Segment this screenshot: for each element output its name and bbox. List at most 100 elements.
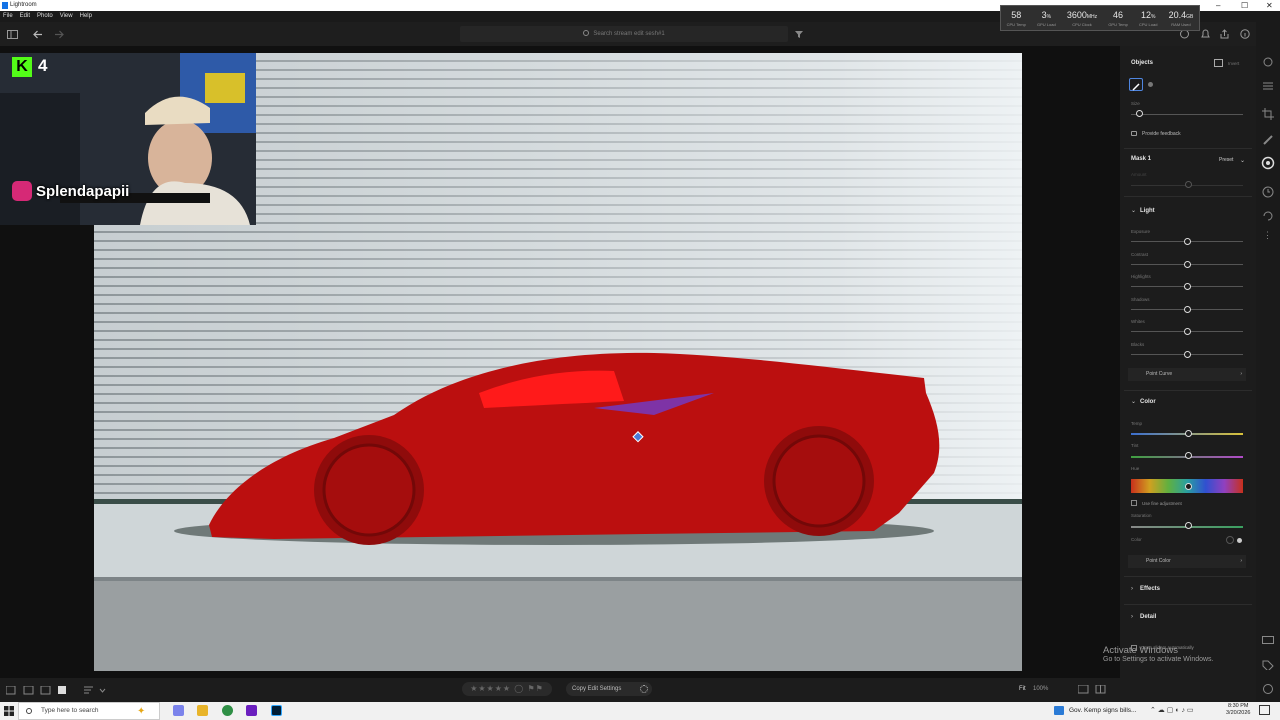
windows-start-icon[interactable] — [4, 706, 14, 716]
news-widget-icon[interactable] — [1054, 706, 1064, 715]
menu-photo[interactable]: Photo — [37, 13, 53, 19]
menu-edit[interactable]: Edit — [20, 13, 30, 19]
news-headline[interactable]: Gov. Kemp signs bills... — [1069, 707, 1136, 714]
zoom-level[interactable]: 100% — [1033, 686, 1048, 692]
sort-icon[interactable] — [84, 686, 106, 695]
system-tray-icons[interactable]: ⌃ ☁ ▢ ◐ ♪ ▭ — [1150, 706, 1194, 714]
lightroom-app-icon — [2, 2, 8, 9]
size-slider-knob[interactable] — [1136, 110, 1143, 117]
search-input[interactable]: Search stream edit sesh#1 — [460, 26, 788, 42]
minimize-button[interactable]: – — [1216, 0, 1220, 11]
invert-icon[interactable] — [1214, 59, 1223, 67]
menu-file[interactable]: File — [3, 13, 13, 19]
divider — [1124, 390, 1252, 391]
light-slider-knob[interactable] — [1183, 238, 1191, 245]
size-slider-track[interactable] — [1131, 114, 1243, 115]
app-icon-obs[interactable] — [246, 705, 257, 716]
chevron-down-icon[interactable]: ⌄ — [1131, 398, 1136, 405]
brush-icon — [1132, 83, 1140, 91]
taskbar-search-input[interactable]: Type here to search ✦ — [18, 702, 160, 720]
brush-tool-button[interactable] — [1129, 78, 1143, 91]
forward-arrow-icon[interactable] — [54, 30, 64, 39]
divider — [1124, 604, 1252, 605]
light-slider-label: Exposure — [1131, 229, 1151, 234]
panel-toggle-icon[interactable] — [7, 30, 18, 39]
provide-feedback-link[interactable]: Provide feedback — [1142, 131, 1181, 137]
point-curve-button[interactable]: Point Curve › — [1128, 368, 1246, 381]
light-slider-knob[interactable] — [1183, 260, 1191, 268]
feedback-icon — [1131, 131, 1137, 136]
size-label: Size — [1131, 101, 1140, 106]
crop-icon[interactable] — [1262, 108, 1274, 120]
info-icon[interactable] — [1240, 29, 1250, 39]
close-button[interactable]: ✕ — [1266, 0, 1273, 11]
lightroom-taskbar-icon[interactable] — [271, 705, 282, 716]
info-panel-icon[interactable] — [1262, 684, 1274, 694]
divider — [1124, 576, 1252, 577]
versions-icon[interactable] — [1262, 210, 1274, 222]
notifications-icon[interactable] — [1259, 705, 1270, 715]
sliders-icon[interactable] — [1262, 80, 1274, 92]
color-swatch[interactable] — [1226, 536, 1234, 544]
star-rating[interactable]: ★★★★★ ◯ ⚑⚑ — [462, 682, 552, 696]
more-options-icon[interactable]: ⋮ — [1263, 230, 1272, 241]
masking-icon[interactable] — [1261, 156, 1275, 170]
app-icon-copilot[interactable] — [173, 705, 184, 716]
edit-icon[interactable] — [1262, 56, 1274, 68]
menu-view[interactable]: View — [60, 13, 73, 19]
filter-icon[interactable] — [795, 30, 803, 38]
fine-adjust-label: Use fine adjustment — [1142, 501, 1182, 506]
point-color-button[interactable]: Point Color › — [1128, 555, 1246, 568]
notification-bell-icon[interactable] — [1201, 29, 1210, 39]
temp-slider-knob[interactable] — [1185, 430, 1192, 437]
comments-icon[interactable] — [1262, 636, 1274, 646]
saturation-slider-knob[interactable] — [1185, 522, 1192, 529]
temp-label: Temp — [1131, 421, 1143, 426]
chevron-down-icon[interactable]: ⌄ — [1240, 157, 1245, 164]
color-picker-icon[interactable] — [1237, 538, 1242, 543]
history-icon[interactable] — [1262, 186, 1274, 198]
light-slider-label: Highlights — [1131, 274, 1151, 280]
light-slider-label: Whites — [1131, 319, 1145, 325]
copy-edit-settings-button[interactable]: Copy Edit Settings — [566, 682, 652, 696]
back-arrow-icon[interactable] — [33, 30, 43, 39]
instagram-handle: Splendapapii — [36, 183, 130, 200]
light-slider-knob[interactable] — [1183, 305, 1191, 313]
tint-slider-knob[interactable] — [1185, 452, 1192, 459]
light-slider-knob[interactable] — [1183, 351, 1191, 358]
menu-help[interactable]: Help — [80, 13, 92, 19]
effects-section-heading[interactable]: Effects — [1140, 586, 1160, 592]
perf-metric: 3% GPU Load — [1037, 10, 1056, 27]
view-mode-icons[interactable] — [6, 686, 66, 695]
amount-slider-knob[interactable] — [1185, 181, 1192, 188]
clock[interactable]: 8:30 PM 3/20/2026 — [1226, 703, 1250, 717]
fit-label[interactable]: Fit — [1019, 686, 1026, 692]
invert-label[interactable]: Invert — [1228, 61, 1239, 66]
light-slider-knob[interactable] — [1183, 283, 1191, 291]
share-icon[interactable] — [1220, 29, 1229, 39]
chevron-right-icon[interactable]: › — [1131, 586, 1133, 592]
maximize-button[interactable]: ☐ — [1241, 0, 1248, 11]
chevron-right-icon[interactable]: › — [1131, 614, 1133, 620]
healing-icon[interactable] — [1262, 134, 1274, 146]
clock-date: 3/20/2026 — [1226, 710, 1251, 716]
color-section-heading[interactable]: Color — [1140, 399, 1156, 405]
chevron-down-icon[interactable]: ⌄ — [1131, 207, 1136, 214]
chrome-icon[interactable] — [222, 705, 233, 716]
hue-knob[interactable] — [1185, 483, 1192, 490]
preset-dropdown[interactable]: Preset — [1219, 157, 1233, 163]
compare-view-icons[interactable] — [1078, 685, 1108, 694]
erase-dot-icon[interactable] — [1148, 82, 1153, 87]
file-explorer-icon[interactable] — [197, 705, 208, 716]
tag-icon[interactable] — [1262, 660, 1274, 670]
gear-icon[interactable] — [640, 685, 648, 693]
objects-heading: Objects — [1131, 60, 1154, 66]
search-icon — [26, 708, 32, 714]
detail-section-heading[interactable]: Detail — [1140, 614, 1156, 620]
fine-adjust-checkbox[interactable] — [1131, 500, 1137, 506]
color-swatch-label: Color — [1131, 537, 1142, 542]
light-section-heading[interactable]: Light — [1140, 208, 1155, 214]
activate-subtitle: Go to Settings to activate Windows. — [1103, 656, 1214, 663]
module-icon-strip: ⋮ — [1256, 22, 1280, 702]
light-slider-knob[interactable] — [1183, 328, 1191, 336]
